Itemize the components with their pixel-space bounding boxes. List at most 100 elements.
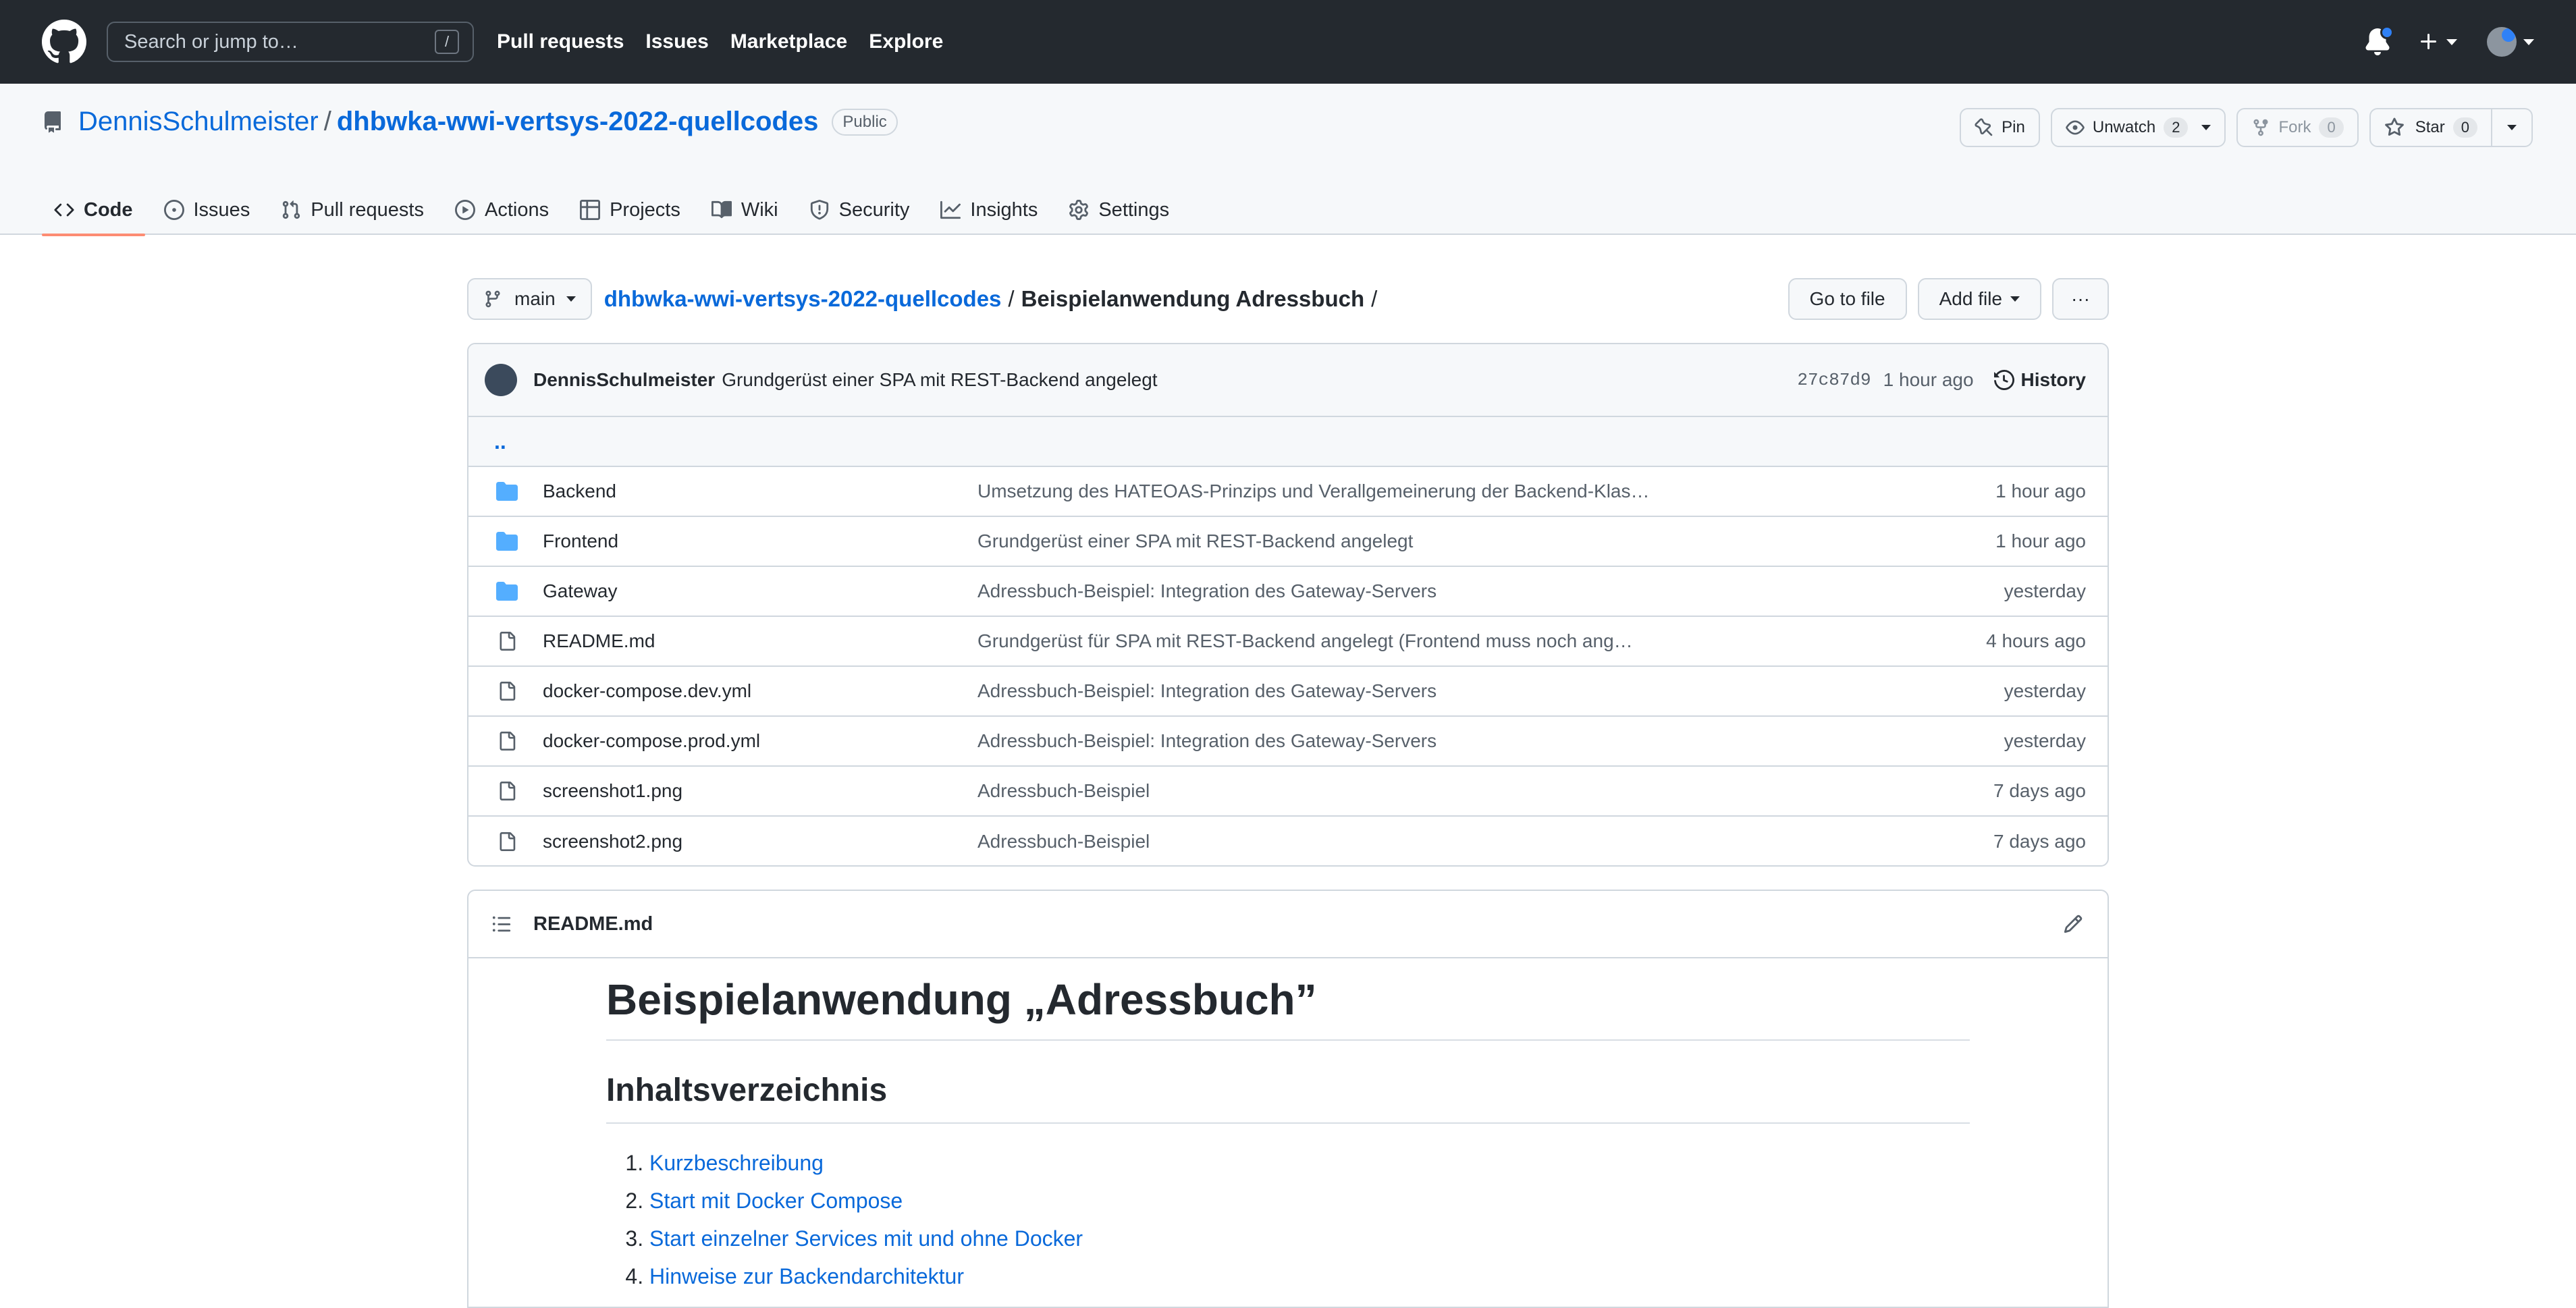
file-commit-message-link[interactable]: Adressbuch-Beispiel: Integration des Gat… — [977, 730, 1891, 752]
file-row[interactable]: docker-compose.prod.yml Adressbuch-Beispi… — [468, 717, 2108, 767]
file-name-link[interactable]: screenshot2.png — [543, 831, 977, 852]
commit-time: 1 hour ago — [1883, 369, 1974, 390]
tab-label: Actions — [484, 198, 549, 221]
graph-icon — [940, 200, 961, 219]
file-commit-age: yesterday — [2004, 680, 2086, 701]
user-menu[interactable] — [2487, 27, 2534, 57]
file-name-link[interactable]: Backend — [543, 481, 977, 502]
tab-pull-requests[interactable]: Pull requests — [269, 185, 436, 235]
book-icon — [711, 200, 732, 219]
star-count: 0 — [2452, 117, 2477, 138]
file-name-link[interactable]: docker-compose.dev.yml — [543, 680, 977, 702]
commit-message-link[interactable]: Grundgerüst einer SPA mit REST-Backend a… — [722, 369, 1157, 391]
star-button[interactable]: Star 0 — [2369, 108, 2492, 147]
tab-code[interactable]: Code — [42, 185, 145, 236]
tab-label: Wiki — [741, 198, 778, 221]
file-commit-age: 1 hour ago — [1995, 530, 2086, 551]
go-to-file-button[interactable]: Go to file — [1788, 278, 1907, 320]
branch-select-button[interactable]: main — [467, 278, 592, 320]
file-commit-age: yesterday — [2004, 580, 2086, 601]
file-commit-age: 4 hours ago — [1986, 630, 2086, 651]
tab-wiki[interactable]: Wiki — [699, 185, 790, 235]
commit-sha-link[interactable]: 27c87d9 — [1797, 370, 1871, 390]
file-name-link[interactable]: docker-compose.prod.yml — [543, 730, 977, 752]
more-options-button[interactable]: ··· — [2052, 278, 2109, 320]
file-row[interactable]: screenshot2.png Adressbuch-Beispiel 7 days… — [468, 817, 2108, 865]
tab-issues[interactable]: Issues — [152, 185, 263, 235]
file-commit-message-link[interactable]: Adressbuch-Beispiel: Integration des Gat… — [977, 580, 1891, 602]
file-row[interactable]: Backend Umsetzung des HATEOAS-Prinzips un… — [468, 467, 2108, 517]
tab-label: Code — [84, 198, 133, 221]
file-name-link[interactable]: README.md — [543, 630, 977, 652]
file-commit-message-link[interactable]: Grundgerüst für SPA mit REST-Backend ang… — [977, 630, 1891, 652]
nav-explore[interactable]: Explore — [869, 30, 943, 53]
file-row[interactable]: Frontend Grundgerüst einer SPA mit REST-B… — [468, 517, 2108, 567]
readme-header: README.md — [468, 891, 2108, 958]
tab-label: Settings — [1098, 198, 1170, 221]
file-name-link[interactable]: Gateway — [543, 580, 977, 602]
pencil-icon[interactable] — [2063, 914, 2083, 934]
toc-link[interactable]: Hinweise zur Backendarchitektur — [649, 1264, 964, 1288]
file-commit-message-link[interactable]: Adressbuch-Beispiel: Integration des Gat… — [977, 680, 1891, 702]
fork-button[interactable]: Fork 0 — [2236, 108, 2359, 147]
commit-author-link[interactable]: DennisSchulmeister — [533, 369, 715, 391]
toc-link[interactable]: Kurzbeschreibung — [649, 1151, 824, 1175]
nav-issues[interactable]: Issues — [645, 30, 708, 53]
create-new-menu[interactable] — [2418, 31, 2457, 53]
fork-icon — [2253, 119, 2268, 136]
chevron-down-icon — [2446, 38, 2457, 45]
gear-icon — [1069, 200, 1089, 220]
star-button-group: Star 0 — [2369, 108, 2533, 147]
unwatch-button[interactable]: Unwatch 2 — [2050, 108, 2226, 147]
chevron-down-icon — [2507, 125, 2517, 130]
tab-settings[interactable]: Settings — [1056, 185, 1181, 235]
tab-actions[interactable]: Actions — [443, 185, 561, 235]
pull-request-icon — [283, 200, 300, 219]
file-name-link[interactable]: Frontend — [543, 530, 977, 552]
file-commit-message-link[interactable]: Grundgerüst einer SPA mit REST-Backend a… — [977, 530, 1891, 552]
avatar[interactable] — [485, 364, 517, 396]
github-logo-icon[interactable] — [42, 20, 86, 64]
tab-insights[interactable]: Insights — [928, 185, 1050, 235]
star-list-dropdown[interactable] — [2492, 108, 2533, 147]
history-label: History — [2020, 369, 2086, 390]
folder-icon — [468, 530, 543, 552]
nav-pull-requests[interactable]: Pull requests — [497, 30, 624, 53]
nav-marketplace[interactable]: Marketplace — [730, 30, 847, 53]
toc-link[interactable]: Start mit Docker Compose — [649, 1189, 903, 1213]
readme-filename-link[interactable]: README.md — [533, 913, 653, 935]
star-icon — [2384, 117, 2404, 136]
toc-item: Start einzelner Services mit und ohne Do… — [649, 1220, 1970, 1257]
tab-projects[interactable]: Projects — [568, 185, 693, 235]
toc-link[interactable]: Start einzelner Services mit und ohne Do… — [649, 1226, 1083, 1251]
search-input[interactable]: Search or jump to… / — [107, 22, 474, 62]
file-row[interactable]: screenshot1.png Adressbuch-Beispiel 7 days… — [468, 767, 2108, 817]
file-name-link[interactable]: screenshot1.png — [543, 780, 977, 802]
branch-icon — [485, 290, 500, 308]
file-row[interactable]: README.md Grundgerüst für SPA mit REST-Ba… — [468, 617, 2108, 667]
add-file-button[interactable]: Add file — [1917, 278, 2042, 320]
tab-label: Issues — [193, 198, 250, 221]
file-commit-message-link[interactable]: Umsetzung des HATEOAS-Prinzips und Veral… — [977, 481, 1891, 502]
breadcrumb-repo-link[interactable]: dhbwka-wwi-vertsys-2022-quellcodes — [604, 286, 1002, 312]
history-link[interactable]: History — [1993, 369, 2086, 391]
tab-label: Projects — [610, 198, 680, 221]
list-unordered-icon[interactable] — [491, 914, 512, 934]
notifications-bell-icon[interactable] — [2364, 26, 2394, 55]
file-commit-message-link[interactable]: Adressbuch-Beispiel — [977, 831, 1891, 852]
file-commit-message-link[interactable]: Adressbuch-Beispiel — [977, 780, 1891, 802]
file-row[interactable]: Gateway Adressbuch-Beispiel: Integration … — [468, 567, 2108, 617]
file-row[interactable]: docker-compose.dev.yml Adressbuch-Beispie… — [468, 667, 2108, 717]
repo-name-link[interactable]: dhbwka-wwi-vertsys-2022-quellcodes — [337, 107, 819, 137]
pin-button[interactable]: Pin — [1960, 108, 2040, 147]
repo-owner-link[interactable]: DennisSchulmeister — [78, 107, 319, 137]
chevron-down-icon — [2010, 296, 2020, 302]
tab-label: Pull requests — [311, 198, 424, 221]
chevron-down-icon — [2201, 125, 2211, 130]
file-commit-age: 7 days ago — [1993, 780, 2086, 801]
tab-label: Insights — [970, 198, 1038, 221]
tab-security[interactable]: Security — [797, 185, 922, 235]
parent-directory-link[interactable]: .. — [468, 417, 2108, 467]
search-placeholder: Search or jump to… — [124, 30, 298, 53]
star-label: Star — [2415, 118, 2445, 136]
